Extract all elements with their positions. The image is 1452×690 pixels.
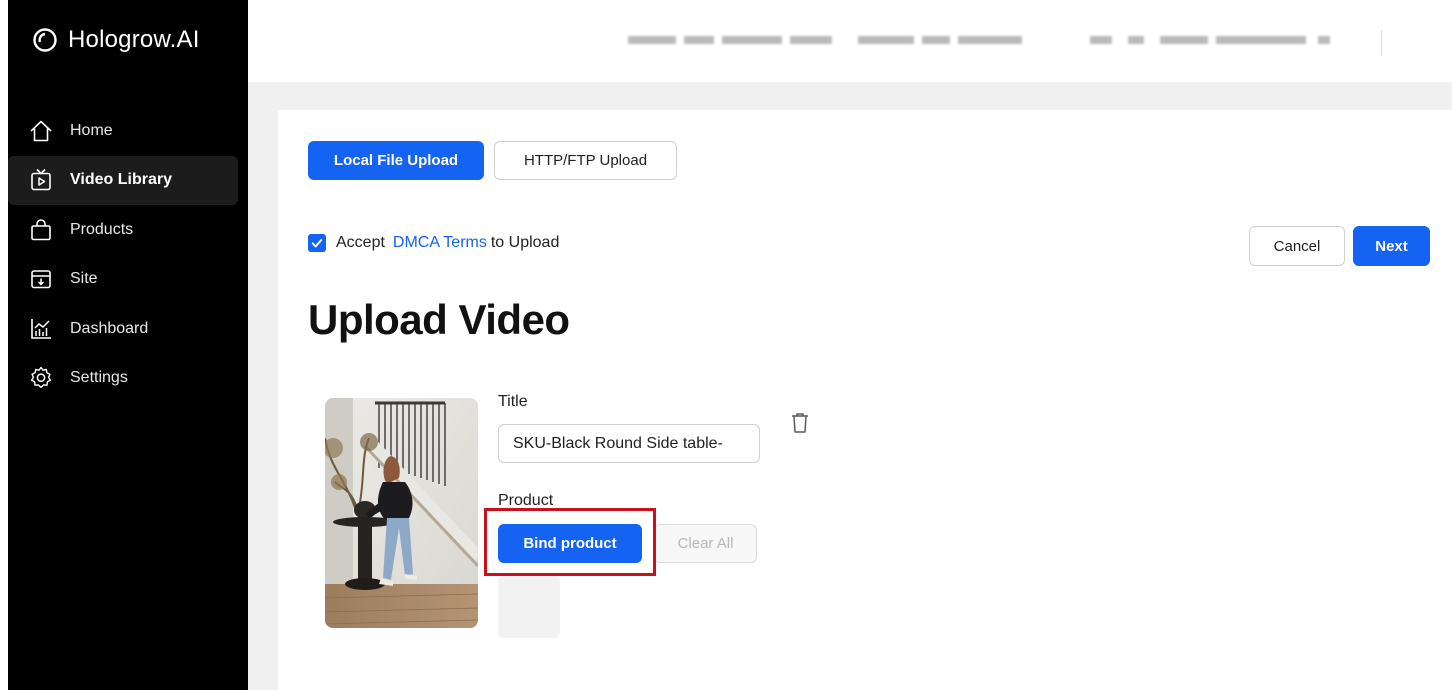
next-label: Next: [1375, 237, 1408, 255]
sidebar-item-site[interactable]: Site: [8, 255, 248, 305]
home-icon: [30, 120, 52, 142]
sidebar: Hologrow.AI Home Video Library Products …: [8, 0, 248, 690]
title-label: Title: [498, 393, 528, 410]
local-file-upload-button[interactable]: Local File Upload: [308, 141, 484, 180]
sidebar-item-home[interactable]: Home: [8, 106, 248, 156]
trash-icon[interactable]: [790, 412, 810, 434]
sidebar-item-dashboard[interactable]: Dashboard: [8, 304, 248, 354]
clear-all-label: Clear All: [677, 535, 734, 552]
clear-all-button[interactable]: Clear All: [654, 524, 757, 563]
sidebar-nav: Home Video Library Products Site Dashboa…: [8, 106, 248, 403]
accept-suffix: to Upload: [490, 234, 560, 251]
brand-logo[interactable]: Hologrow.AI: [32, 26, 200, 54]
top-bar: [248, 0, 1452, 82]
accept-terms-row: Accept DMCA Terms to Upload: [308, 234, 559, 252]
gear-icon: [30, 367, 52, 389]
accept-checkbox[interactable]: [308, 234, 326, 252]
gray-band: [248, 82, 1452, 110]
product-placeholder: [498, 576, 560, 638]
accept-prefix: Accept: [336, 234, 385, 251]
sidebar-item-label: Site: [70, 270, 98, 288]
sidebar-item-label: Dashboard: [70, 319, 149, 337]
video-thumbnail[interactable]: [325, 398, 478, 628]
sidebar-item-video-library[interactable]: Video Library: [8, 155, 238, 205]
local-file-upload-label: Local File Upload: [333, 152, 459, 169]
gray-gutter: [248, 110, 278, 690]
cancel-button[interactable]: Cancel: [1249, 226, 1345, 266]
sidebar-item-label: Video Library: [70, 171, 172, 189]
upload-panel: Local File Upload HTTP/FTP Upload Accept…: [278, 110, 1452, 690]
title-input[interactable]: SKU-Black Round Side table-: [498, 424, 760, 463]
dashboard-icon: [31, 318, 51, 339]
sidebar-item-products[interactable]: Products: [8, 205, 248, 255]
shopping-bag-icon: [31, 218, 51, 241]
logo-icon: [33, 28, 57, 52]
sidebar-item-settings[interactable]: Settings: [8, 354, 248, 404]
video-preview-image: [325, 398, 478, 628]
site-icon: [31, 270, 51, 289]
blurred-account-info: [628, 36, 1348, 50]
sidebar-item-label: Products: [70, 220, 134, 238]
next-button[interactable]: Next: [1353, 226, 1430, 266]
http-ftp-upload-button[interactable]: HTTP/FTP Upload: [494, 141, 677, 180]
sidebar-item-label: Settings: [70, 369, 128, 387]
http-ftp-upload-label: HTTP/FTP Upload: [523, 152, 648, 169]
check-icon: [311, 239, 323, 248]
brand-name: Hologrow.AI: [68, 26, 200, 53]
sidebar-item-label: Home: [70, 121, 113, 139]
cancel-label: Cancel: [1273, 237, 1321, 255]
dmca-terms-link[interactable]: DMCA Terms: [393, 234, 487, 252]
page-title: Upload Video: [308, 296, 570, 343]
highlight-annotation: [484, 508, 656, 576]
top-divider: [1381, 30, 1382, 56]
video-library-icon: [31, 169, 51, 191]
